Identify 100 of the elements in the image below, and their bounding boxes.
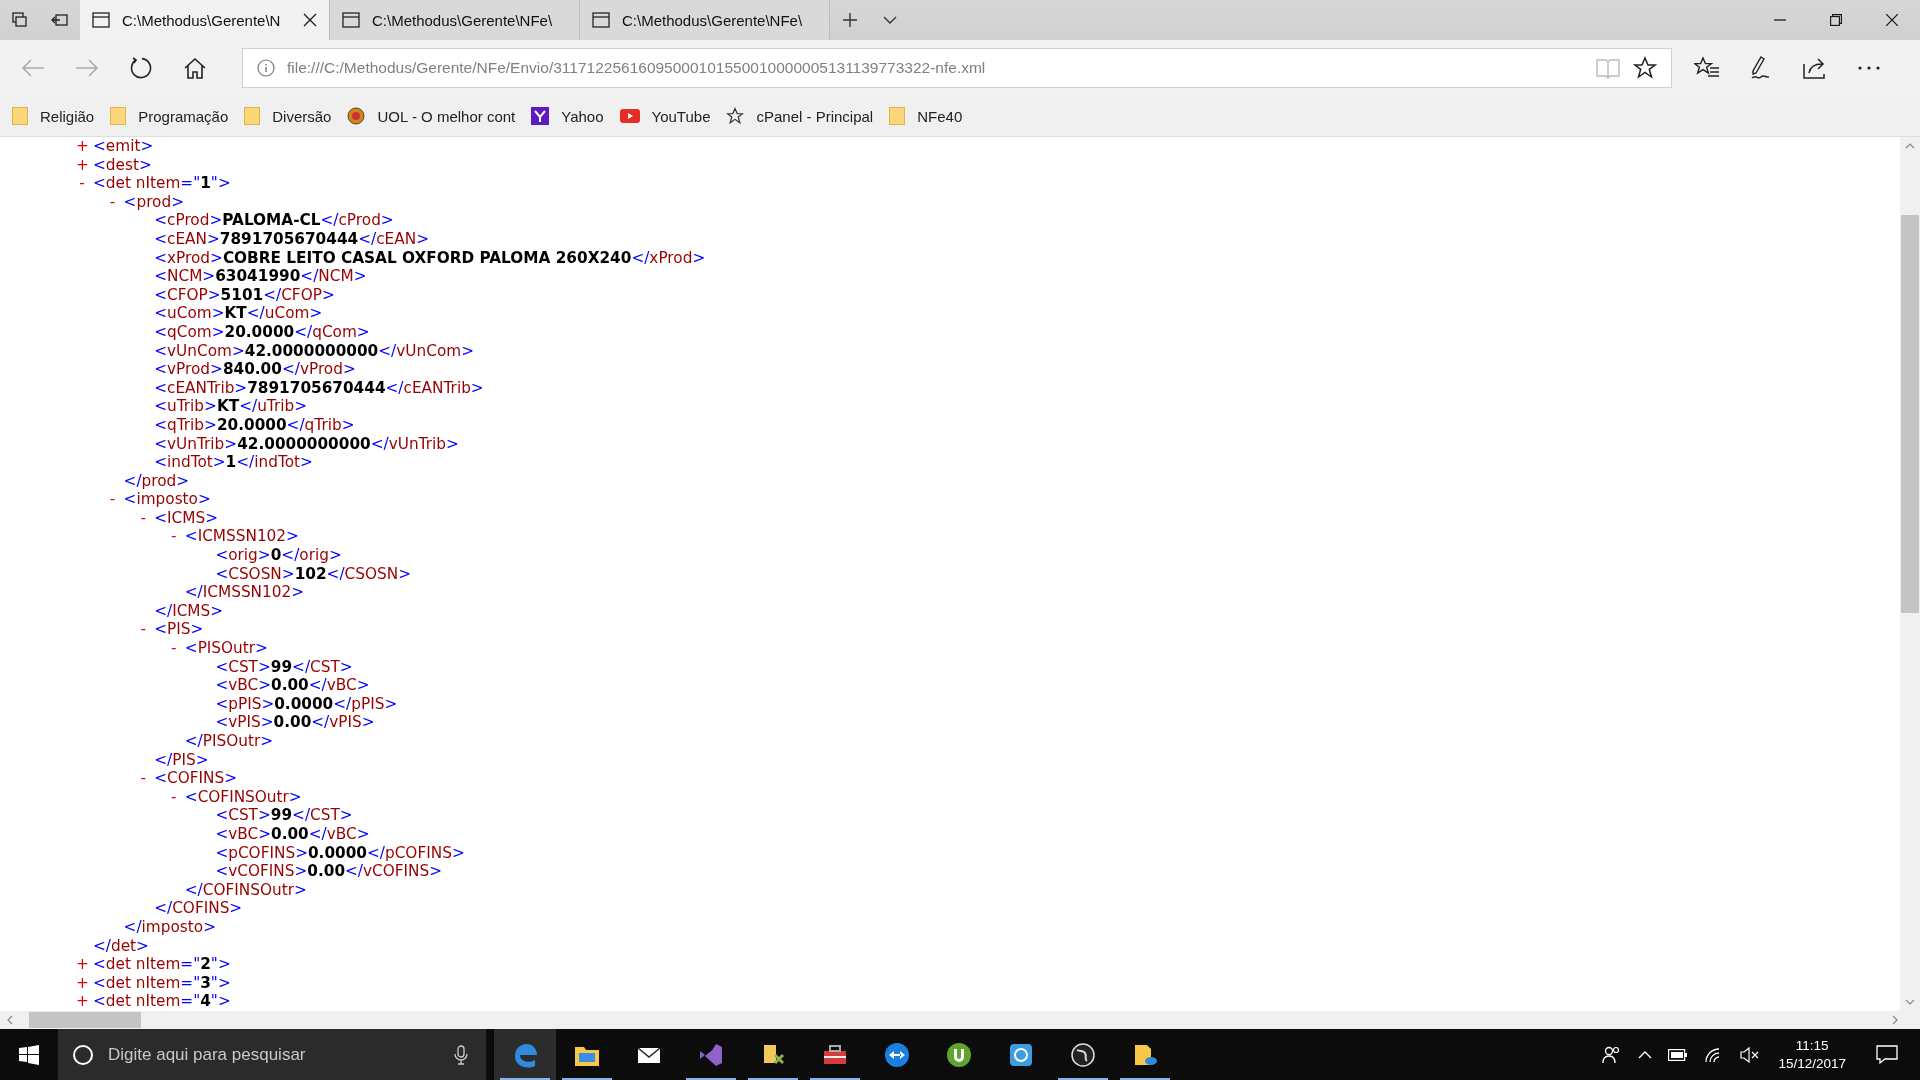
taskbar-clock[interactable]: 11:15 15/12/2017 bbox=[1778, 1036, 1846, 1073]
window-icon bbox=[592, 12, 610, 28]
xml-line: </prod> bbox=[123, 471, 190, 490]
folder-icon bbox=[12, 107, 28, 125]
xml-line: <orig>0</orig> bbox=[215, 546, 342, 565]
vertical-scrollbar[interactable] bbox=[1900, 137, 1920, 1011]
xml-line: <det nItem="1"> bbox=[93, 174, 231, 193]
scroll-down-icon[interactable] bbox=[1904, 997, 1916, 1007]
favorite-link[interactable]: UOL - O melhor cont bbox=[347, 107, 516, 125]
xml-line: <CFOP>5101</CFOP> bbox=[154, 285, 335, 304]
xml-line: <det nItem="4"> bbox=[93, 992, 231, 1011]
horizontal-scrollbar[interactable] bbox=[0, 1011, 1920, 1029]
expand-toggle[interactable]: + bbox=[76, 155, 88, 175]
expand-toggle[interactable]: - bbox=[137, 769, 150, 788]
xml-line: <CST>99</CST> bbox=[215, 806, 353, 825]
folder-icon bbox=[889, 107, 906, 125]
expand-toggle[interactable]: - bbox=[167, 639, 180, 658]
xml-line: <pCOFINS>0.0000</pCOFINS> bbox=[215, 843, 465, 862]
close-icon[interactable] bbox=[303, 13, 317, 27]
xml-line: </ICMSSN102> bbox=[184, 583, 305, 602]
expand-toggle[interactable]: + bbox=[76, 973, 88, 993]
star-icon[interactable] bbox=[1633, 56, 1657, 80]
xml-line: <cProd>PALOMA-CL</cProd> bbox=[154, 211, 394, 230]
scrollbar-thumb[interactable] bbox=[29, 1012, 141, 1028]
xml-line: <vUnTrib>42.0000000000</vUnTrib> bbox=[154, 434, 459, 453]
browser-tab[interactable]: C:\Methodus\Gerente\NFe\ bbox=[580, 0, 830, 40]
xml-line: <indTot>1</indTot> bbox=[154, 453, 313, 472]
xml-line: <pPIS>0.0000</pPIS> bbox=[215, 694, 398, 713]
expand-toggle[interactable]: + bbox=[76, 992, 88, 1011]
xml-line: <cEAN>7891705670444</cEAN> bbox=[154, 229, 429, 248]
xml-line: <CSOSN>102</CSOSN> bbox=[215, 564, 411, 583]
favorite-link[interactable]: Programação bbox=[110, 107, 229, 125]
expand-toggle[interactable]: + bbox=[76, 955, 88, 974]
y-logo-icon bbox=[531, 107, 550, 125]
xml-line: <uTrib>KT</uTrib> bbox=[154, 397, 308, 416]
window-icon bbox=[92, 12, 110, 28]
favorite-link[interactable]: NFe40 bbox=[889, 107, 963, 125]
scroll-right-icon[interactable] bbox=[1890, 1014, 1900, 1026]
xml-line: <det nItem="3"> bbox=[93, 973, 231, 992]
expand-toggle[interactable]: - bbox=[167, 787, 180, 807]
folder-icon bbox=[244, 107, 261, 125]
xml-line: <vCOFINS>0.00</vCOFINS> bbox=[215, 862, 443, 881]
xml-line: <vPIS>0.00</vPIS> bbox=[215, 713, 375, 732]
xml-line: <vBC>0.00</vBC> bbox=[215, 676, 370, 695]
window-icon bbox=[342, 12, 360, 28]
xml-line: <det nItem="2"> bbox=[93, 955, 231, 974]
xml-line: </det> bbox=[93, 936, 149, 955]
taskbar-app[interactable] bbox=[494, 1029, 556, 1080]
scroll-left-icon[interactable] bbox=[5, 1014, 15, 1026]
xml-line: </PISOutr> bbox=[184, 732, 274, 750]
xml-line: <vProd>840.00</vProd> bbox=[154, 360, 356, 379]
xml-line: <dest> bbox=[93, 155, 152, 174]
xml-line: <qTrib>20.0000</qTrib> bbox=[154, 415, 355, 434]
xml-line: <PIS> bbox=[154, 620, 204, 639]
speaker-muted-icon[interactable] bbox=[1740, 1046, 1761, 1063]
xml-line: <NCM>63041990</NCM> bbox=[154, 267, 367, 286]
favorite-link[interactable]: Yahoo bbox=[531, 107, 604, 125]
xml-line: <COFINSOutr> bbox=[184, 787, 302, 806]
xml-line: <COFINS> bbox=[154, 769, 238, 788]
expand-toggle[interactable]: - bbox=[106, 192, 119, 212]
app-icon bbox=[1069, 1040, 1097, 1069]
xml-line: <vBC>0.00</vBC> bbox=[215, 824, 370, 843]
scroll-up-icon[interactable] bbox=[1904, 141, 1916, 151]
xml-line: <imposto> bbox=[123, 490, 211, 509]
info-icon[interactable] bbox=[257, 59, 275, 77]
browser-tab[interactable]: C:\Methodus\Gerente\NFe\ bbox=[330, 0, 580, 40]
expand-toggle[interactable]: - bbox=[76, 174, 88, 193]
xml-line: <PISOutr> bbox=[184, 639, 268, 658]
favorite-link[interactable]: YouTube bbox=[619, 107, 711, 125]
scrollbar-thumb[interactable] bbox=[1901, 215, 1919, 613]
star-icon bbox=[726, 107, 745, 125]
microphone-icon[interactable] bbox=[454, 1044, 468, 1065]
expand-toggle[interactable]: + bbox=[76, 137, 88, 156]
app-icon bbox=[945, 1040, 973, 1069]
taskbar-search-box[interactable]: Digite aqui para pesquisar bbox=[58, 1029, 486, 1080]
favorite-link[interactable]: Diversão bbox=[244, 107, 332, 125]
circle-icon bbox=[72, 1043, 94, 1066]
xml-line: <vUnCom>42.0000000000</vUnCom> bbox=[154, 341, 474, 360]
xml-line: </PIS> bbox=[154, 750, 209, 769]
xml-line: <qCom>20.0000</qCom> bbox=[154, 322, 370, 341]
favorite-link[interactable]: cPanel - Principal bbox=[726, 107, 874, 125]
search-field[interactable]: Digite aqui para pesquisar bbox=[106, 1043, 442, 1066]
expand-toggle[interactable]: - bbox=[137, 620, 150, 640]
globe-icon bbox=[347, 107, 366, 125]
expand-toggle[interactable]: - bbox=[106, 490, 119, 509]
expand-toggle[interactable]: - bbox=[167, 527, 180, 547]
browser-tab[interactable]: C:\Methodus\Gerente\N bbox=[80, 0, 330, 40]
xml-line: <ICMSSN102> bbox=[184, 527, 299, 546]
chevron-up-icon[interactable] bbox=[1638, 1049, 1653, 1060]
battery-icon[interactable] bbox=[1668, 1048, 1689, 1061]
xml-line: <ICMS> bbox=[154, 508, 218, 527]
address-bar[interactable]: file:///C:/Methodus/Gerente/NFe/Envio/31171225616095000101550010000005131139773322-nfe.xml bbox=[242, 48, 1672, 88]
favorite-link[interactable]: Religião bbox=[12, 107, 95, 125]
xml-line: <xProd>COBRE LEITO CASAL OXFORD PALOMA 260X240</xProd> bbox=[154, 248, 706, 267]
xml-line: </COFINS> bbox=[154, 899, 243, 918]
xml-line: <CST>99</CST> bbox=[215, 657, 353, 676]
xml-line: <uCom>KT</uCom> bbox=[154, 304, 323, 323]
expand-toggle[interactable]: - bbox=[137, 508, 150, 528]
folder-icon bbox=[110, 107, 127, 125]
notification-icon[interactable] bbox=[1876, 1044, 1898, 1065]
